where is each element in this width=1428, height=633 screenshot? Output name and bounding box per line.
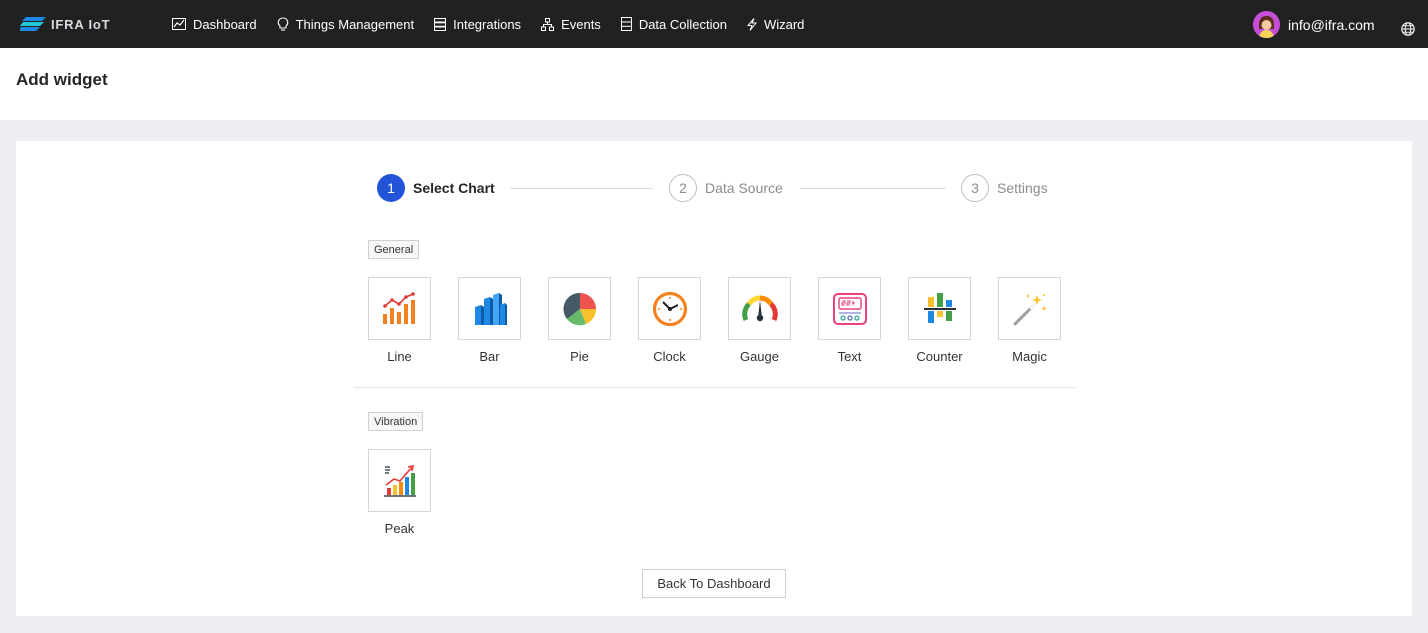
nav-item-integrations[interactable]: Integrations: [434, 17, 521, 32]
server-icon: [434, 17, 447, 31]
widget-label: Gauge: [739, 349, 780, 364]
nav-item-label: Data Collection: [638, 16, 727, 32]
widget-card[interactable]: [368, 277, 431, 340]
nav-item-label: Things Management: [295, 16, 415, 32]
add-widget-card: 1 Select Chart 2 Data Source 3 Settings …: [16, 141, 1412, 616]
user-email: info@ifra.com: [1288, 16, 1375, 33]
database-icon: [620, 17, 632, 31]
back-to-dashboard-button[interactable]: Back To Dashboard: [642, 569, 786, 598]
nav-item-wizard[interactable]: Wizard: [746, 16, 805, 32]
peak-chart-icon: [383, 464, 416, 497]
widget-bar[interactable]: Bar: [458, 277, 521, 364]
bar-chart-icon: [474, 292, 507, 325]
nav-item-label: Wizard: [763, 16, 805, 32]
page-title: Add widget: [16, 70, 108, 89]
widget-label: Text: [837, 349, 862, 364]
step-data-source[interactable]: 2 Data Source: [669, 174, 783, 202]
widget-card[interactable]: [368, 449, 431, 512]
widget-clock[interactable]: Clock: [638, 277, 701, 364]
line-chart-icon: [382, 291, 415, 324]
widget-label: Line: [387, 349, 412, 364]
nav-item-events[interactable]: Events: [541, 17, 601, 32]
top-navigation-bar: IFRA IoT Dashboard Things Management Int…: [0, 0, 1428, 48]
widget-line[interactable]: Line: [368, 277, 431, 364]
widget-peak[interactable]: Peak: [368, 449, 431, 536]
step-connector: [510, 188, 653, 189]
widget-label: Bar: [479, 349, 500, 364]
nav-item-label: Dashboard: [193, 16, 257, 32]
thunderbolt-icon: [746, 17, 757, 31]
section-divider: [354, 387, 1075, 388]
section-tag-general: General: [368, 240, 420, 259]
nav-item-dashboard[interactable]: Dashboard: [172, 17, 257, 32]
avatar: [1253, 11, 1280, 38]
widget-card[interactable]: [458, 277, 521, 340]
magic-wand-icon: [1013, 293, 1047, 325]
steps: 1 Select Chart 2 Data Source 3 Settings: [377, 174, 1057, 204]
nav-item-label: Integrations: [453, 16, 522, 32]
step-connector: [800, 188, 946, 189]
brand-logo[interactable]: IFRA IoT: [20, 12, 110, 36]
widget-text[interactable]: Text: [818, 277, 881, 364]
step-number: 2: [669, 174, 697, 202]
widget-card[interactable]: [638, 277, 701, 340]
nav-item-things-management[interactable]: Things Management: [277, 16, 415, 32]
widget-label: Counter: [916, 349, 963, 364]
widget-card[interactable]: [908, 277, 971, 340]
widget-label: Clock: [653, 349, 686, 364]
line-chart-icon: [172, 18, 186, 30]
widget-card[interactable]: [998, 277, 1061, 340]
step-number: 3: [961, 174, 989, 202]
brand-name: IFRA IoT: [51, 16, 111, 32]
nav-item-data-collection[interactable]: Data Collection: [620, 16, 727, 32]
user-menu[interactable]: info@ifra.com: [1253, 11, 1375, 38]
step-label: Select Chart: [413, 180, 495, 196]
widget-gauge[interactable]: Gauge: [728, 277, 791, 364]
widget-pie[interactable]: Pie: [548, 277, 611, 364]
main-menu: Dashboard Things Management Integrations…: [172, 0, 824, 48]
gauge-icon: [741, 295, 778, 321]
section-tag-vibration: Vibration: [368, 412, 424, 431]
widget-magic[interactable]: Magic: [998, 277, 1061, 364]
ifra-logo-icon: [20, 17, 46, 31]
pie-chart-icon: [562, 292, 596, 325]
step-label: Settings: [997, 180, 1048, 196]
widget-label: Peak: [384, 521, 415, 536]
globe-icon[interactable]: [1401, 22, 1415, 36]
counter-icon: [923, 292, 956, 323]
step-number: 1: [377, 174, 405, 202]
widget-label: Magic: [1012, 349, 1047, 364]
widget-label: Pie: [570, 349, 589, 364]
widget-card[interactable]: [728, 277, 791, 340]
page-header: Add widget: [0, 48, 1428, 120]
clock-icon: [652, 291, 687, 326]
step-settings[interactable]: 3 Settings: [961, 174, 1048, 202]
widget-counter[interactable]: Counter: [908, 277, 971, 364]
widget-card[interactable]: [818, 277, 881, 340]
text-display-icon: [832, 292, 867, 325]
bulb-icon: [277, 17, 288, 31]
step-label: Data Source: [705, 180, 783, 196]
user-avatar-icon: [1253, 11, 1280, 38]
nav-item-label: Events: [561, 16, 601, 32]
cluster-icon: [541, 17, 555, 31]
widget-card[interactable]: [548, 277, 611, 340]
step-select-chart[interactable]: 1 Select Chart: [377, 174, 495, 202]
